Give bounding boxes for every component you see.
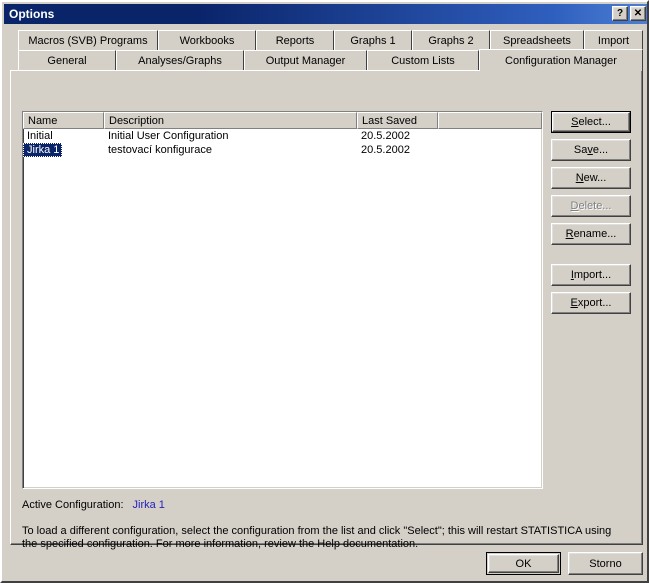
- accelerator-char: I: [570, 269, 574, 281]
- accelerator-char: E: [570, 297, 578, 309]
- window-title: Options: [9, 7, 55, 21]
- options-dialog: Options ? ✕ Macros (SVB) Programs Workboo…: [0, 0, 649, 583]
- column-header-blank[interactable]: [438, 112, 542, 129]
- tab-label: General: [47, 54, 87, 67]
- new-button[interactable]: New...: [551, 167, 631, 189]
- tab-graphs-2[interactable]: Graphs 2: [412, 30, 490, 50]
- tab-macros-svb-programs[interactable]: Macros (SVB) Programs: [18, 30, 158, 50]
- export-button[interactable]: Export...: [551, 292, 631, 314]
- help-icon[interactable]: ?: [612, 6, 628, 21]
- cell-last-saved: 20.5.2002: [361, 130, 410, 142]
- tab-label: Macros (SVB) Programs: [28, 34, 148, 47]
- tab-label: Workbooks: [179, 34, 235, 47]
- save-button[interactable]: Save...: [551, 139, 631, 161]
- tab-label: Import: [597, 34, 630, 47]
- list-header: Name Description Last Saved: [23, 112, 542, 129]
- cell-name[interactable]: Jirka 1: [23, 143, 63, 157]
- table-row[interactable]: Initial Initial User Configuration 20.5.20…: [23, 129, 542, 143]
- select-button-label: Select...: [552, 112, 630, 132]
- help-description-text: To load a different configuration, selec…: [22, 525, 612, 550]
- column-header-last-saved[interactable]: Last Saved: [357, 112, 438, 129]
- title-bar-buttons: ? ✕: [612, 6, 646, 21]
- accelerator-char: v: [587, 144, 593, 156]
- column-header-name[interactable]: Name: [23, 112, 104, 129]
- cell-name[interactable]: Initial: [23, 129, 104, 143]
- tab-label: Analyses/Graphs: [138, 54, 222, 67]
- tab-label: Graphs 1: [350, 34, 396, 47]
- tab-custom-lists[interactable]: Custom Lists: [367, 50, 479, 70]
- column-header-description[interactable]: Description: [104, 112, 357, 129]
- tab-label: Reports: [275, 34, 315, 47]
- delete-button-label: Delete...: [570, 200, 612, 212]
- tab-control: Macros (SVB) Programs Workbooks Reports Gra…: [10, 30, 643, 550]
- active-configuration-value: Jirka 1: [132, 499, 165, 511]
- cell-description: testovací konfigurace: [108, 144, 212, 156]
- new-button-label: New...: [575, 172, 607, 184]
- tab-analyses-graphs[interactable]: Analyses/Graphs: [116, 50, 244, 70]
- tab-workbooks[interactable]: Workbooks: [158, 30, 256, 50]
- tab-panel-configuration-manager: Name Description Last Saved Initial Initial…: [10, 70, 643, 550]
- title-bar[interactable]: Options ? ✕: [4, 4, 647, 24]
- active-configuration: Active Configuration: Jirka 1: [22, 499, 165, 511]
- cell-name-spacer: [62, 143, 104, 157]
- column-header-label: Description: [109, 114, 165, 127]
- tab-label: Spreadsheets: [503, 34, 571, 47]
- tab-label: Graphs 2: [428, 34, 474, 47]
- ok-button-label: OK: [488, 554, 559, 573]
- tab-import[interactable]: Import: [584, 30, 643, 50]
- list-body: Initial Initial User Configuration 20.5.20…: [23, 129, 542, 157]
- tab-general[interactable]: General: [18, 50, 116, 70]
- tab-graphs-1[interactable]: Graphs 1: [334, 30, 412, 50]
- cell-last-saved: 20.5.2002: [361, 144, 410, 156]
- close-icon[interactable]: ✕: [630, 6, 646, 21]
- cell-description: Initial User Configuration: [108, 130, 229, 142]
- import-button[interactable]: Import...: [551, 264, 631, 286]
- tab-reports[interactable]: Reports: [256, 30, 334, 50]
- tab-row-top: Macros (SVB) Programs Workbooks Reports Gra…: [10, 30, 643, 50]
- rename-button[interactable]: Rename...: [551, 223, 631, 245]
- accelerator-char: R: [565, 228, 574, 240]
- column-header-label: Last Saved: [362, 114, 418, 127]
- select-button[interactable]: Select...: [551, 111, 631, 133]
- delete-button: Delete...: [551, 195, 631, 217]
- column-header-label: Name: [28, 114, 58, 127]
- tab-row-bottom: General Analyses/Graphs Output Manager Cust…: [10, 49, 643, 71]
- tab-label: Custom Lists: [391, 54, 455, 67]
- tab-output-manager[interactable]: Output Manager: [244, 50, 367, 70]
- ok-button[interactable]: OK: [486, 552, 561, 575]
- tab-configuration-manager[interactable]: Configuration Manager: [479, 49, 643, 71]
- table-row[interactable]: Jirka 1 testovací konfigurace 20.5.2002: [23, 143, 542, 157]
- configuration-list[interactable]: Name Description Last Saved Initial Initial…: [22, 111, 543, 489]
- tab-label: Configuration Manager: [505, 54, 617, 67]
- rename-button-label: Rename...: [565, 228, 617, 240]
- save-button-label: Save...: [573, 144, 609, 156]
- accelerator-char: N: [575, 172, 584, 184]
- accelerator-char: S: [571, 116, 579, 128]
- export-button-label: Export...: [570, 297, 612, 309]
- accelerator-char: D: [570, 200, 579, 212]
- tab-spreadsheets[interactable]: Spreadsheets: [490, 30, 584, 50]
- active-configuration-label: Active Configuration:: [22, 499, 124, 511]
- tab-label: Output Manager: [265, 54, 346, 67]
- cancel-button[interactable]: Storno: [568, 552, 643, 575]
- import-button-label: Import...: [570, 269, 612, 281]
